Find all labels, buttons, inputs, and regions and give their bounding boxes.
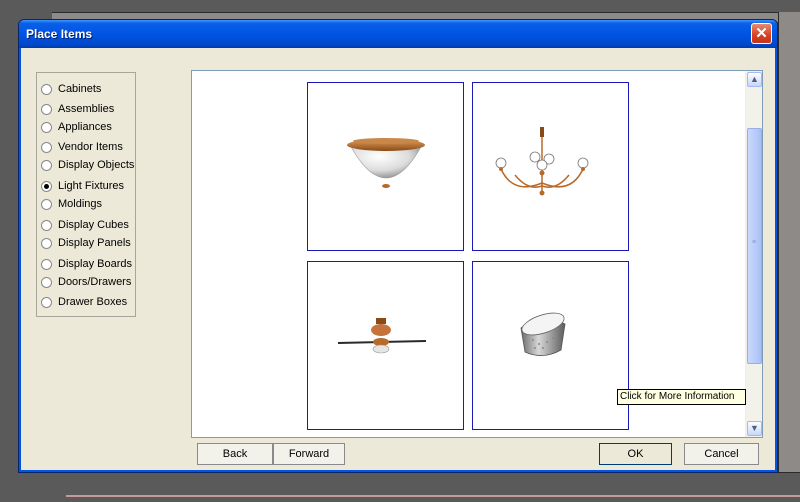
category-cabinets[interactable]: Cabinets	[41, 81, 101, 97]
back-button[interactable]: Back	[197, 443, 273, 465]
forward-button[interactable]: Forward	[273, 443, 345, 465]
item-preview-pane: ▲ ≡ ▼	[191, 70, 763, 438]
title-bar[interactable]: Place Items ✕	[19, 20, 777, 48]
ceiling-dome-light-icon	[347, 138, 425, 188]
info-tooltip: Click for More Information	[617, 389, 746, 405]
category-display-cubes[interactable]: Display Cubes	[41, 217, 129, 233]
item-tile-dome-light[interactable]	[307, 82, 464, 251]
background-window-frame	[778, 12, 800, 482]
category-label: Cabinets	[58, 83, 102, 95]
category-label: Doors/Drawers	[58, 276, 132, 288]
close-button[interactable]: ✕	[751, 23, 772, 44]
background-accent-line	[66, 495, 800, 497]
background-window-bottom	[52, 472, 800, 502]
item-tile-ceiling-fan[interactable]	[307, 261, 464, 430]
category-label: Display Objects	[58, 159, 135, 171]
category-appliances[interactable]: Appliances	[41, 119, 112, 135]
vertical-scrollbar[interactable]: ▲ ≡ ▼	[745, 71, 762, 437]
category-list: Cabinets Assemblies Appliances Vendor It…	[36, 72, 136, 317]
radio-icon[interactable]	[41, 296, 52, 308]
ceiling-fan-icon	[338, 318, 426, 354]
category-label: Drawer Boxes	[58, 296, 128, 308]
scroll-grip-icon: ≡	[752, 239, 757, 246]
category-drawer-boxes[interactable]: Drawer Boxes	[41, 294, 127, 310]
category-label: Moldings	[58, 198, 103, 210]
close-icon: ✕	[755, 25, 768, 42]
category-doors-drawers[interactable]: Doors/Drawers	[41, 274, 131, 290]
radio-icon[interactable]	[41, 258, 52, 270]
cancel-button[interactable]: Cancel	[684, 443, 759, 465]
category-vendor-items[interactable]: Vendor Items	[41, 139, 123, 155]
dialog-body: Cabinets Assemblies Appliances Vendor It…	[22, 48, 774, 469]
radio-icon[interactable]	[41, 219, 52, 231]
category-label: Light Fixtures	[58, 180, 125, 192]
scroll-thumb[interactable]: ≡	[747, 128, 762, 364]
category-moldings[interactable]: Moldings	[41, 196, 102, 212]
radio-icon[interactable]	[41, 276, 52, 288]
ok-button[interactable]: OK	[599, 443, 672, 465]
category-label: Assemblies	[58, 103, 115, 115]
radio-icon[interactable]	[41, 141, 52, 153]
radio-icon[interactable]	[41, 121, 52, 133]
scroll-down-arrow-icon[interactable]: ▼	[747, 421, 762, 436]
category-light-fixtures[interactable]: Light Fixtures	[41, 178, 124, 194]
radio-icon[interactable]	[41, 198, 52, 210]
cylinder-pendant-icon	[520, 312, 566, 356]
radio-icon[interactable]	[41, 159, 52, 171]
radio-selected-icon[interactable]	[41, 180, 52, 192]
category-display-objects[interactable]: Display Objects	[41, 157, 134, 173]
category-label: Display Cubes	[58, 219, 129, 231]
item-tile-chandelier[interactable]	[472, 82, 629, 251]
radio-icon[interactable]	[41, 83, 52, 95]
category-display-panels[interactable]: Display Panels	[41, 235, 131, 251]
radio-icon[interactable]	[41, 103, 52, 115]
category-display-boards[interactable]: Display Boards	[41, 256, 132, 272]
chandelier-icon	[495, 127, 589, 196]
category-label: Display Panels	[58, 237, 131, 249]
dialog-title: Place Items	[26, 27, 93, 41]
category-label: Vendor Items	[58, 141, 123, 153]
category-label: Appliances	[58, 121, 112, 133]
item-tile-cylinder-pendant[interactable]	[472, 261, 629, 430]
scroll-up-arrow-icon[interactable]: ▲	[747, 72, 762, 87]
category-assemblies[interactable]: Assemblies	[41, 101, 114, 117]
category-label: Display Boards	[58, 258, 132, 270]
radio-icon[interactable]	[41, 237, 52, 249]
